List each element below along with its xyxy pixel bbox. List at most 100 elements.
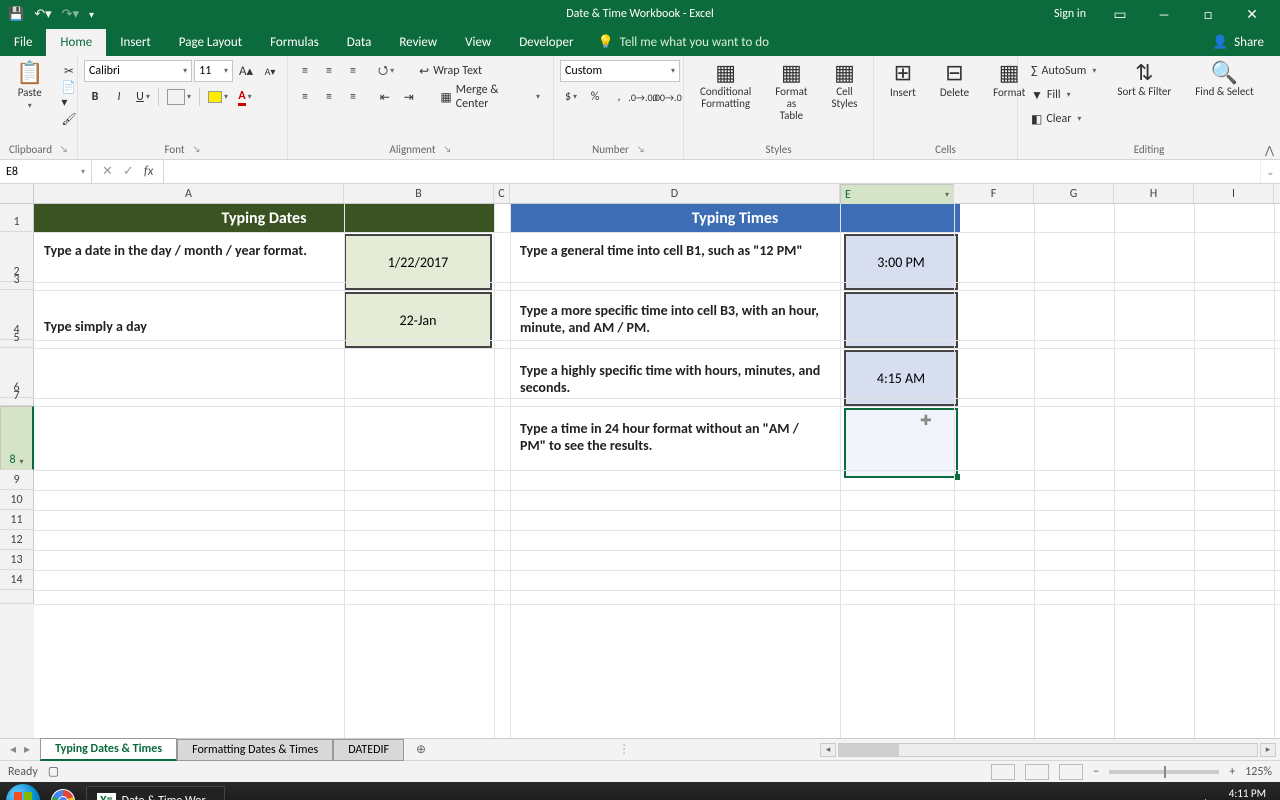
cell-d2[interactable]: Type a general time into cell B1, such a… — [510, 234, 834, 267]
sign-in-link[interactable]: Sign in — [1044, 7, 1096, 21]
row-header-5[interactable]: 5 — [0, 340, 34, 348]
find-select-button[interactable]: 🔍Find & Select — [1185, 60, 1263, 100]
align-top-button[interactable]: ≡ — [294, 60, 316, 82]
system-clock[interactable]: 4:11 PM 1/15/2017 — [1218, 787, 1266, 800]
sheet-tab-active[interactable]: Typing Dates & Times — [40, 738, 177, 761]
start-button[interactable] — [6, 784, 40, 800]
orientation-button[interactable]: ⭯ — [374, 60, 398, 82]
fx-icon[interactable]: fx — [144, 164, 154, 179]
cell-a4[interactable]: Type simply a day — [34, 310, 342, 343]
chrome-taskbar-icon[interactable] — [46, 786, 80, 800]
zoom-slider[interactable] — [1109, 770, 1219, 774]
italic-button[interactable]: I — [108, 86, 130, 108]
sheet-nav-first-icon[interactable]: ◂ — [10, 742, 16, 757]
select-all-corner[interactable] — [0, 184, 34, 203]
tab-formulas[interactable]: Formulas — [256, 29, 333, 56]
decrease-font-button[interactable]: A▾ — [259, 60, 281, 82]
font-color-button[interactable]: A — [234, 86, 256, 108]
underline-button[interactable]: U — [132, 86, 154, 108]
col-header-F[interactable]: F — [954, 184, 1034, 203]
col-header-D[interactable]: D — [510, 184, 840, 203]
row-header-3[interactable]: 3 — [0, 282, 34, 290]
hscroll-left-icon[interactable]: ◂ — [820, 743, 836, 757]
spreadsheet-grid[interactable]: ABCDEFGHI 1234567891011121314 Typing Dat… — [0, 184, 1280, 738]
percent-format-button[interactable]: % — [584, 86, 606, 108]
tab-file[interactable]: File — [0, 29, 46, 56]
accounting-format-button[interactable]: $ — [560, 86, 582, 108]
merge-center-button[interactable]: ▦Merge & Center — [433, 86, 547, 108]
expand-formula-bar-icon[interactable]: ⌄ — [1260, 160, 1280, 183]
comma-format-button[interactable]: , — [608, 86, 630, 108]
decrease-indent-button[interactable]: ⇤ — [374, 86, 396, 108]
maximize-button[interactable]: □ — [1188, 6, 1228, 23]
insert-cells-button[interactable]: ⊞Insert — [880, 60, 926, 101]
row-header-7[interactable]: 7 — [0, 398, 34, 406]
wrap-text-button[interactable]: ↩Wrap Text — [412, 60, 489, 82]
decrease-decimal-button[interactable]: .00→.0 — [656, 86, 678, 108]
collapse-ribbon-icon[interactable]: ⋀ — [1265, 144, 1274, 157]
cell-styles-button[interactable]: ▦Cell Styles — [821, 60, 867, 112]
col-header-E[interactable]: E — [840, 184, 954, 206]
tab-page-layout[interactable]: Page Layout — [165, 29, 256, 56]
align-bottom-button[interactable]: ≡ — [342, 60, 364, 82]
increase-decimal-button[interactable]: .0→.00 — [632, 86, 654, 108]
row-header-1[interactable]: 1 — [0, 204, 34, 232]
col-header-C[interactable]: C — [494, 184, 510, 203]
minimize-button[interactable]: ― — [1144, 6, 1184, 23]
row-header-9[interactable]: 9 — [0, 470, 34, 490]
cell-e8-selected[interactable] — [844, 408, 958, 478]
sheet-tab-2[interactable]: Formatting Dates & Times — [177, 739, 333, 761]
font-name-select[interactable]: Calibri — [84, 60, 192, 82]
increase-font-button[interactable]: A▴ — [235, 60, 257, 82]
border-button[interactable] — [163, 86, 195, 108]
hscroll-right-icon[interactable]: ▸ — [1260, 743, 1276, 757]
bold-button[interactable]: B — [84, 86, 106, 108]
tell-me[interactable]: 💡Tell me what you want to do — [587, 29, 779, 56]
delete-cells-button[interactable]: ⊟Delete — [930, 60, 979, 101]
excel-taskbar-item[interactable]: X≡ Date & Time Wor... — [86, 786, 225, 800]
row-header-13[interactable]: 13 — [0, 550, 34, 570]
row-header-[interactable] — [0, 590, 34, 604]
cell-d8[interactable]: Type a time in 24 hour format without an… — [510, 412, 834, 462]
autosum-button[interactable]: ∑AutoSum — [1024, 60, 1103, 82]
align-center-button[interactable]: ≡ — [318, 86, 340, 108]
font-size-select[interactable]: 11 — [194, 60, 233, 82]
tab-developer[interactable]: Developer — [505, 29, 587, 56]
sheet-nav-last-icon[interactable]: ▸ — [24, 742, 30, 757]
align-right-button[interactable]: ≡ — [342, 86, 364, 108]
tab-data[interactable]: Data — [333, 29, 386, 56]
row-header-10[interactable]: 10 — [0, 490, 34, 510]
new-sheet-button[interactable]: ⊕ — [404, 742, 438, 757]
row-header-11[interactable]: 11 — [0, 510, 34, 530]
align-left-button[interactable]: ≡ — [294, 86, 316, 108]
tab-insert[interactable]: Insert — [106, 29, 165, 56]
zoom-in-button[interactable]: + — [1229, 765, 1235, 779]
sheet-tab-3[interactable]: DATEDIF — [333, 739, 404, 761]
row-header-12[interactable]: 12 — [0, 530, 34, 550]
macro-record-icon[interactable]: ▢ — [48, 764, 59, 779]
cell-d4[interactable]: Type a more specific time into cell B3, … — [510, 294, 834, 344]
enter-formula-icon[interactable]: ✓ — [123, 164, 134, 179]
col-header-B[interactable]: B — [344, 184, 494, 203]
save-icon[interactable]: 💾 — [8, 7, 24, 22]
hscroll-track[interactable] — [838, 743, 1258, 757]
redo-icon[interactable]: ↷▾ — [62, 7, 79, 22]
align-middle-button[interactable]: ≡ — [318, 60, 340, 82]
share-button[interactable]: 👤Share — [1196, 29, 1280, 56]
fill-button[interactable]: ▼Fill — [1024, 84, 1103, 106]
row-header-14[interactable]: 14 — [0, 570, 34, 590]
formula-input[interactable] — [164, 160, 1260, 183]
alignment-launcher-icon[interactable]: ↘ — [444, 144, 452, 155]
tab-review[interactable]: Review — [385, 29, 451, 56]
fill-color-button[interactable] — [204, 86, 232, 108]
cell-a2[interactable]: Type a date in the day / month / year fo… — [34, 234, 342, 267]
close-button[interactable]: ✕ — [1232, 6, 1272, 23]
increase-indent-button[interactable]: ⇥ — [398, 86, 420, 108]
format-as-table-button[interactable]: ▦Format as Table — [765, 60, 817, 124]
conditional-formatting-button[interactable]: ▦Conditional Formatting — [690, 60, 761, 112]
row-header-8[interactable]: 8 — [0, 406, 34, 470]
page-layout-view-button[interactable] — [1025, 764, 1049, 780]
col-header-H[interactable]: H — [1114, 184, 1194, 203]
col-header-A[interactable]: A — [34, 184, 344, 203]
clear-button[interactable]: ◧Clear — [1024, 108, 1103, 130]
